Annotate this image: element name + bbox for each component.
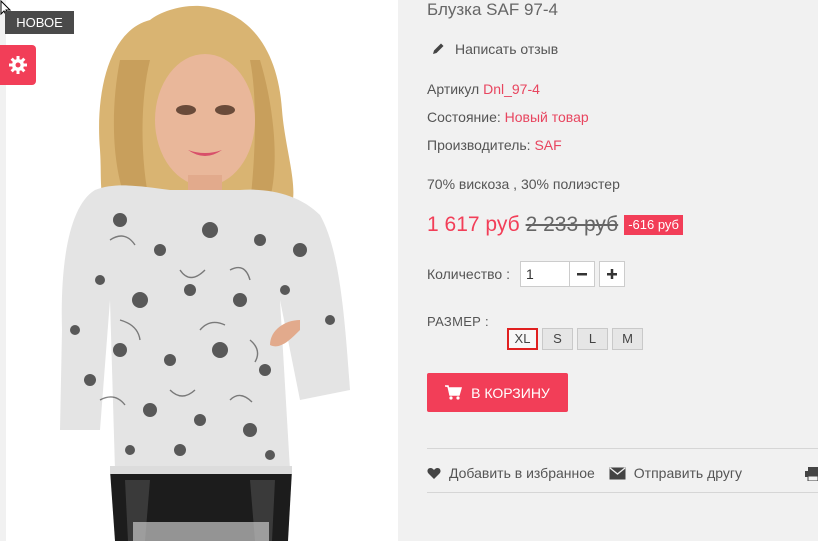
size-option-m[interactable]: M (612, 328, 643, 350)
thumbnail-overlay[interactable] (133, 522, 269, 541)
sku-value: Dnl_97-4 (483, 81, 540, 97)
sku-row: Артикул Dnl_97-4 (427, 81, 540, 97)
add-to-wishlist-link[interactable]: Добавить в избранное (427, 465, 595, 481)
gear-icon (9, 56, 27, 74)
write-review-link[interactable]: Написать отзыв (431, 41, 558, 57)
discount-badge: -616 руб (624, 215, 683, 235)
product-photo (60, 5, 350, 541)
condition-row: Состояние: Новый товар (427, 109, 589, 125)
sku-label: Артикул (427, 81, 480, 97)
condition-value: Новый товар (504, 109, 589, 125)
size-option-xl[interactable]: XL (507, 328, 538, 350)
manufacturer-link[interactable]: SAF (534, 137, 561, 153)
quantity-increase-button[interactable] (599, 261, 625, 287)
composition-text: 70% вискоза , 30% полиэстер (427, 176, 620, 192)
manufacturer-label: Производитель: (427, 137, 531, 153)
pencil-icon (433, 43, 444, 54)
write-review-label: Написать отзыв (455, 41, 559, 57)
product-title: Блузка SAF 97-4 (427, 0, 558, 19)
divider-bottom (427, 492, 818, 493)
product-actions: Добавить в избранное Отправить другу (427, 465, 756, 481)
quantity-decrease-button[interactable] (569, 261, 595, 287)
quantity-input[interactable] (520, 261, 570, 287)
settings-button[interactable] (0, 45, 36, 85)
print-icon[interactable] (805, 467, 818, 481)
old-price: 2 233 руб (525, 213, 619, 236)
price-block: 1 617 руб 2 233 руб -616 руб (427, 213, 683, 237)
send-to-friend-link[interactable]: Отправить другу (609, 465, 742, 481)
size-option-l[interactable]: L (577, 328, 608, 350)
add-to-cart-button[interactable]: В КОРЗИНУ (427, 373, 568, 412)
condition-label: Состояние: (427, 109, 501, 125)
quantity-label: Количество : (427, 266, 510, 282)
product-image[interactable] (0, 0, 398, 541)
envelope-icon (609, 466, 626, 479)
new-badge: НОВОЕ (5, 11, 74, 34)
minus-icon (577, 273, 587, 276)
size-option-s[interactable]: S (542, 328, 573, 350)
manufacturer-row: Производитель: SAF (427, 137, 562, 153)
add-to-cart-label: В КОРЗИНУ (471, 384, 550, 401)
current-price: 1 617 руб (427, 213, 520, 236)
divider-top (427, 448, 818, 449)
add-to-wishlist-label: Добавить в избранное (449, 465, 595, 481)
send-to-friend-label: Отправить другу (633, 465, 743, 481)
cart-icon (445, 385, 463, 400)
plus-icon (607, 269, 617, 279)
heart-icon (427, 467, 441, 479)
size-label: РАЗМЕР : (427, 314, 489, 329)
